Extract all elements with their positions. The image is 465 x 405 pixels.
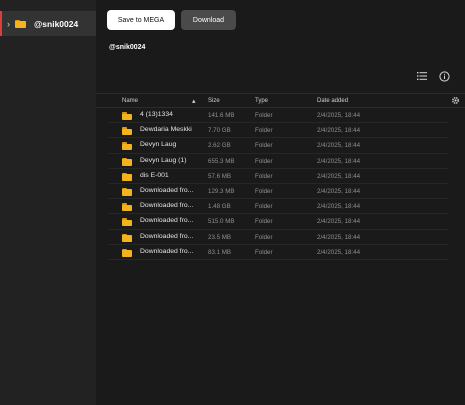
table-row[interactable]: dis E-001 57.6 MB Folder 2/4/2025, 18:44: [108, 169, 448, 184]
folder-icon: [15, 19, 26, 28]
table-row[interactable]: Downloaded fro... 1.48 GB Folder 2/4/2025, …: [108, 199, 448, 215]
file-name: Downloaded fro...: [140, 217, 194, 225]
sidebar-item-root-folder[interactable]: › @snik0024: [0, 11, 96, 36]
table-row[interactable]: Downloaded fro... 23.5 MB Folder 2/4/2025, …: [108, 230, 448, 245]
folder-icon: [122, 203, 132, 212]
table-row[interactable]: Devyn Laug (1) 655.3 MB Folder 2/4/2025, 18…: [108, 154, 448, 169]
file-name: Devyn Laug (1): [140, 156, 187, 164]
file-type: Folder: [255, 127, 273, 135]
table-row[interactable]: Downloaded fro... 129.3 MB Folder 2/4/2025,…: [108, 184, 448, 200]
file-date: 2/4/2025, 18:44: [317, 112, 361, 119]
chevron-right-icon[interactable]: ›: [3, 19, 14, 29]
file-size: 57.6 MB: [208, 172, 232, 180]
folder-icon: [122, 248, 132, 257]
folder-icon: [122, 172, 132, 181]
file-date: 2/4/2025, 18:44: [317, 203, 361, 211]
file-size: 83.1 MB: [208, 248, 232, 256]
sidebar: › @snik0024: [0, 0, 96, 405]
file-type: Folder: [255, 233, 273, 241]
file-date: 2/4/2025, 18:44: [317, 157, 361, 165]
file-table: Name ▴ Size Type Date added 4 (13)1334 14…: [96, 93, 465, 260]
file-type: Folder: [255, 142, 273, 150]
file-name: Dewdaria Meskki: [140, 126, 192, 134]
breadcrumb[interactable]: @snik0024: [109, 44, 145, 51]
file-name: Downloaded fro...: [140, 247, 194, 255]
file-type: Folder: [255, 218, 273, 226]
file-name: Devyn Laug: [140, 141, 177, 149]
gear-icon[interactable]: [451, 96, 460, 107]
folder-icon: [122, 233, 132, 242]
file-name: Downloaded fro...: [140, 202, 194, 210]
file-date: 2/4/2025, 18:44: [317, 142, 361, 150]
column-header-size[interactable]: Size: [208, 98, 220, 104]
save-to-mega-button[interactable]: Save to MEGA: [107, 10, 175, 30]
table-row[interactable]: Dewdaria Meskki 7.70 GB Folder 2/4/2025, 18…: [108, 123, 448, 139]
file-size: 141.6 MB: [208, 112, 235, 119]
info-icon[interactable]: [438, 70, 450, 82]
file-type: Folder: [255, 172, 273, 180]
folder-icon: [122, 112, 132, 120]
table-body: 4 (13)1334 141.6 MB Folder 2/4/2025, 18:44 D…: [96, 108, 465, 260]
file-size: 7.70 GB: [208, 127, 231, 135]
file-size: 23.5 MB: [208, 233, 232, 241]
file-size: 515.0 MB: [208, 218, 235, 226]
file-type: Folder: [255, 248, 273, 256]
download-button[interactable]: Download: [181, 10, 236, 30]
file-size: 1.48 GB: [208, 203, 231, 211]
column-header-type[interactable]: Type: [255, 98, 268, 104]
folder-icon: [122, 218, 132, 227]
file-date: 2/4/2025, 18:44: [317, 187, 361, 195]
file-date: 2/4/2025, 18:44: [317, 218, 361, 226]
table-header: Name ▴ Size Type Date added: [96, 93, 465, 108]
folder-icon: [122, 142, 132, 151]
file-type: Folder: [255, 203, 273, 211]
file-type: Folder: [255, 187, 273, 195]
file-name: Downloaded fro...: [140, 186, 194, 194]
file-date: 2/4/2025, 18:44: [317, 248, 361, 256]
table-row[interactable]: 4 (13)1334 141.6 MB Folder 2/4/2025, 18:44: [108, 108, 448, 124]
file-date: 2/4/2025, 18:44: [317, 233, 361, 241]
table-row[interactable]: Downloaded fro... 83.1 MB Folder 2/4/2025, …: [108, 245, 448, 260]
column-header-date[interactable]: Date added: [317, 98, 348, 104]
table-row[interactable]: Downloaded fro... 515.0 MB Folder 2/4/2025,…: [108, 214, 448, 230]
file-size: 2.62 GB: [208, 142, 231, 150]
file-date: 2/4/2025, 18:44: [317, 172, 361, 180]
file-date: 2/4/2025, 18:44: [317, 127, 361, 135]
sort-asc-icon[interactable]: ▴: [192, 97, 196, 105]
file-name: dis E-001: [140, 171, 169, 179]
file-name: Downloaded fro...: [140, 232, 194, 240]
table-row[interactable]: Devyn Laug 2.62 GB Folder 2/4/2025, 18:44: [108, 138, 448, 154]
sidebar-item-label: @snik0024: [34, 18, 79, 29]
column-header-name[interactable]: Name: [122, 98, 138, 104]
file-type: Folder: [255, 112, 273, 119]
list-view-icon[interactable]: [416, 70, 428, 82]
file-size: 655.3 MB: [208, 157, 235, 165]
file-name: 4 (13)1334: [140, 111, 173, 118]
file-size: 129.3 MB: [208, 187, 235, 195]
folder-icon: [122, 187, 132, 196]
folder-icon: [122, 157, 132, 166]
file-type: Folder: [255, 157, 273, 165]
folder-icon: [122, 127, 132, 136]
